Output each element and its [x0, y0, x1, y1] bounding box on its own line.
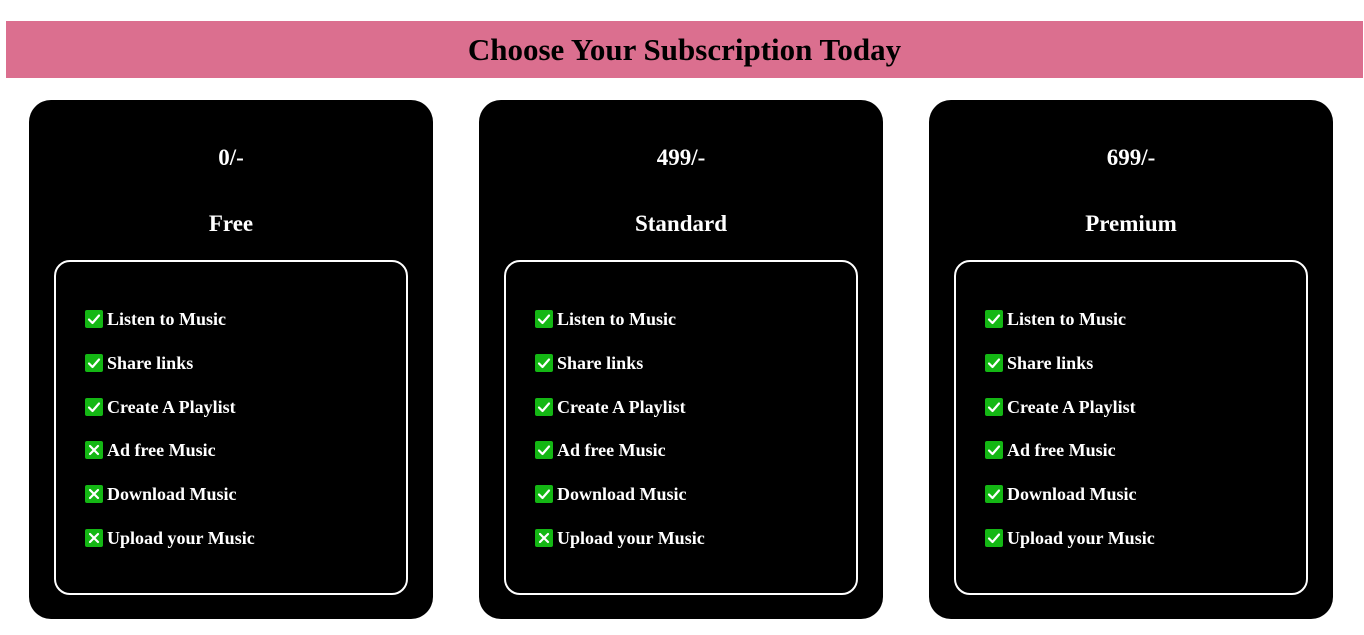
feature-label: Create A Playlist [557, 396, 686, 417]
page-title: Choose Your Subscription Today [467, 31, 902, 67]
feature-item: Download Music [985, 483, 1137, 505]
feature-label: Ad free Music [557, 439, 666, 460]
feature-label: Share links [107, 352, 194, 373]
check-icon [85, 310, 103, 328]
feature-label: Create A Playlist [107, 396, 236, 417]
plan-name: Premium [1085, 211, 1177, 236]
feature-list: Listen to Music Share links Create A Playl… [54, 260, 408, 595]
feature-label: Download Music [1007, 483, 1137, 504]
feature-item: Share links [85, 352, 193, 374]
feature-item: Upload your Music [85, 527, 255, 549]
check-icon [535, 310, 553, 328]
feature-item: Download Music [85, 483, 237, 505]
feature-label: Listen to Music [107, 308, 226, 329]
feature-item: Listen to Music [85, 308, 226, 330]
feature-item: Create A Playlist [535, 396, 686, 418]
feature-label: Share links [1007, 352, 1094, 373]
plan-card-standard[interactable]: 499/- Standard Listen to Music Share links C… [479, 100, 883, 619]
feature-item: Upload your Music [535, 527, 705, 549]
plan-price: 0/- [218, 145, 244, 170]
plan-card-free[interactable]: 0/- Free Listen to Music Share links Create … [29, 100, 433, 619]
feature-label: Upload your Music [1007, 527, 1155, 548]
plan-card-premium[interactable]: 699/- Premium Listen to Music Share links Cr… [929, 100, 1333, 619]
feature-list: Listen to Music Share links Create A Playl… [954, 260, 1308, 595]
check-icon [985, 398, 1003, 416]
plan-price: 699/- [1106, 145, 1156, 170]
feature-item: Ad free Music [985, 439, 1116, 461]
check-icon [985, 354, 1003, 372]
feature-label: Download Music [557, 483, 687, 504]
feature-label: Share links [557, 352, 644, 373]
feature-label: Download Music [107, 483, 237, 504]
cross-icon [535, 529, 553, 547]
check-icon [85, 354, 103, 372]
feature-label: Listen to Music [557, 308, 676, 329]
cross-icon [85, 485, 103, 503]
feature-item: Listen to Music [535, 308, 676, 330]
feature-item: Upload your Music [985, 527, 1155, 549]
feature-label: Ad free Music [107, 439, 216, 460]
check-icon [985, 529, 1003, 547]
page-header: Choose Your Subscription Today [6, 21, 1363, 78]
feature-item: Listen to Music [985, 308, 1126, 330]
check-icon [985, 441, 1003, 459]
feature-item: Create A Playlist [85, 396, 236, 418]
cross-icon [85, 529, 103, 547]
check-icon [535, 354, 553, 372]
plan-name: Standard [634, 211, 728, 236]
feature-item: Share links [985, 352, 1093, 374]
cross-icon [85, 441, 103, 459]
feature-item: Ad free Music [535, 439, 666, 461]
plan-name: Free [208, 211, 254, 236]
check-icon [535, 485, 553, 503]
check-icon [85, 398, 103, 416]
feature-item: Ad free Music [85, 439, 216, 461]
feature-list: Listen to Music Share links Create A Playl… [504, 260, 858, 595]
feature-item: Share links [535, 352, 643, 374]
check-icon [535, 441, 553, 459]
check-icon [985, 485, 1003, 503]
feature-item: Create A Playlist [985, 396, 1136, 418]
feature-label: Create A Playlist [1007, 396, 1136, 417]
check-icon [985, 310, 1003, 328]
feature-label: Upload your Music [107, 527, 255, 548]
plan-price: 499/- [656, 145, 706, 170]
feature-label: Ad free Music [1007, 439, 1116, 460]
feature-item: Download Music [535, 483, 687, 505]
check-icon [535, 398, 553, 416]
feature-label: Listen to Music [1007, 308, 1126, 329]
feature-label: Upload your Music [557, 527, 705, 548]
